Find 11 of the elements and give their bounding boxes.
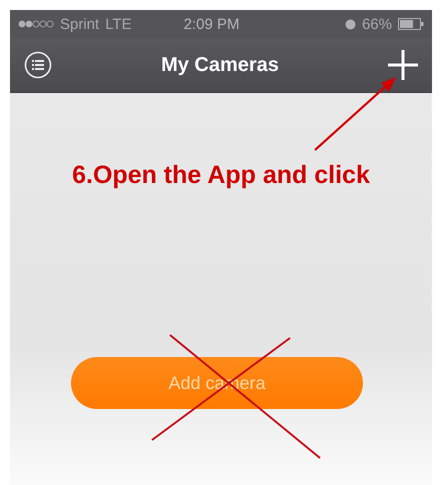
status-time: 2:09 PM — [184, 16, 240, 32]
carrier-name: Sprint — [60, 16, 100, 32]
battery-percent: 66% — [362, 16, 392, 32]
add-icon[interactable] — [388, 50, 418, 80]
instruction-text: 6.Open the App and click — [72, 161, 370, 190]
alarm-icon — [344, 18, 356, 30]
menu-icon[interactable] — [24, 51, 52, 79]
battery-icon — [398, 18, 424, 30]
network-type: LTE — [105, 16, 132, 32]
screen-title: My Cameras — [160, 54, 280, 76]
signal-icon — [18, 20, 54, 28]
